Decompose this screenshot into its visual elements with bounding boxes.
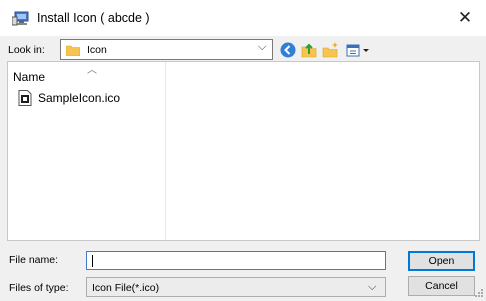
file-name-input[interactable] (86, 251, 386, 270)
back-icon[interactable] (279, 41, 297, 59)
chevron-down-icon[interactable]: ⌵ (368, 281, 376, 294)
sort-ascending-icon: ︿ (87, 65, 97, 76)
close-button[interactable]: ✕ (452, 6, 478, 30)
window-title: Install Icon ( abcde ) (37, 11, 150, 25)
file-name: SampleIcon.ico (38, 91, 121, 105)
look-in-value: Icon (87, 44, 107, 56)
open-button[interactable]: Open (408, 251, 475, 271)
look-in-label: Look in: (8, 44, 45, 56)
ico-file-icon (18, 90, 32, 106)
title-bar: Install Icon ( abcde ) ✕ (0, 0, 486, 36)
files-of-type-combobox[interactable]: Icon File(*.ico) ⌵ (86, 277, 386, 297)
files-of-type-label: Files of type: (9, 282, 69, 294)
new-folder-icon[interactable] (322, 41, 340, 59)
view-menu-icon[interactable] (345, 41, 371, 59)
column-divider[interactable] (165, 62, 166, 240)
resize-grip-icon[interactable] (474, 288, 484, 298)
column-header-name[interactable]: Name (13, 70, 45, 84)
list-item[interactable]: SampleIcon.ico (18, 89, 158, 107)
cancel-button[interactable]: Cancel (408, 276, 475, 296)
look-in-combobox[interactable]: Icon ⌵ (60, 39, 273, 60)
file-list-pane[interactable]: ︿ Name SampleIcon.ico (7, 61, 480, 241)
up-folder-icon[interactable] (300, 41, 318, 59)
file-name-label: File name: (9, 254, 59, 266)
install-computer-icon (11, 11, 30, 26)
chevron-down-icon[interactable]: ⌵ (258, 41, 266, 54)
files-of-type-value: Icon File(*.ico) (92, 282, 160, 294)
text-caret (92, 255, 93, 267)
folder-icon (65, 44, 81, 57)
